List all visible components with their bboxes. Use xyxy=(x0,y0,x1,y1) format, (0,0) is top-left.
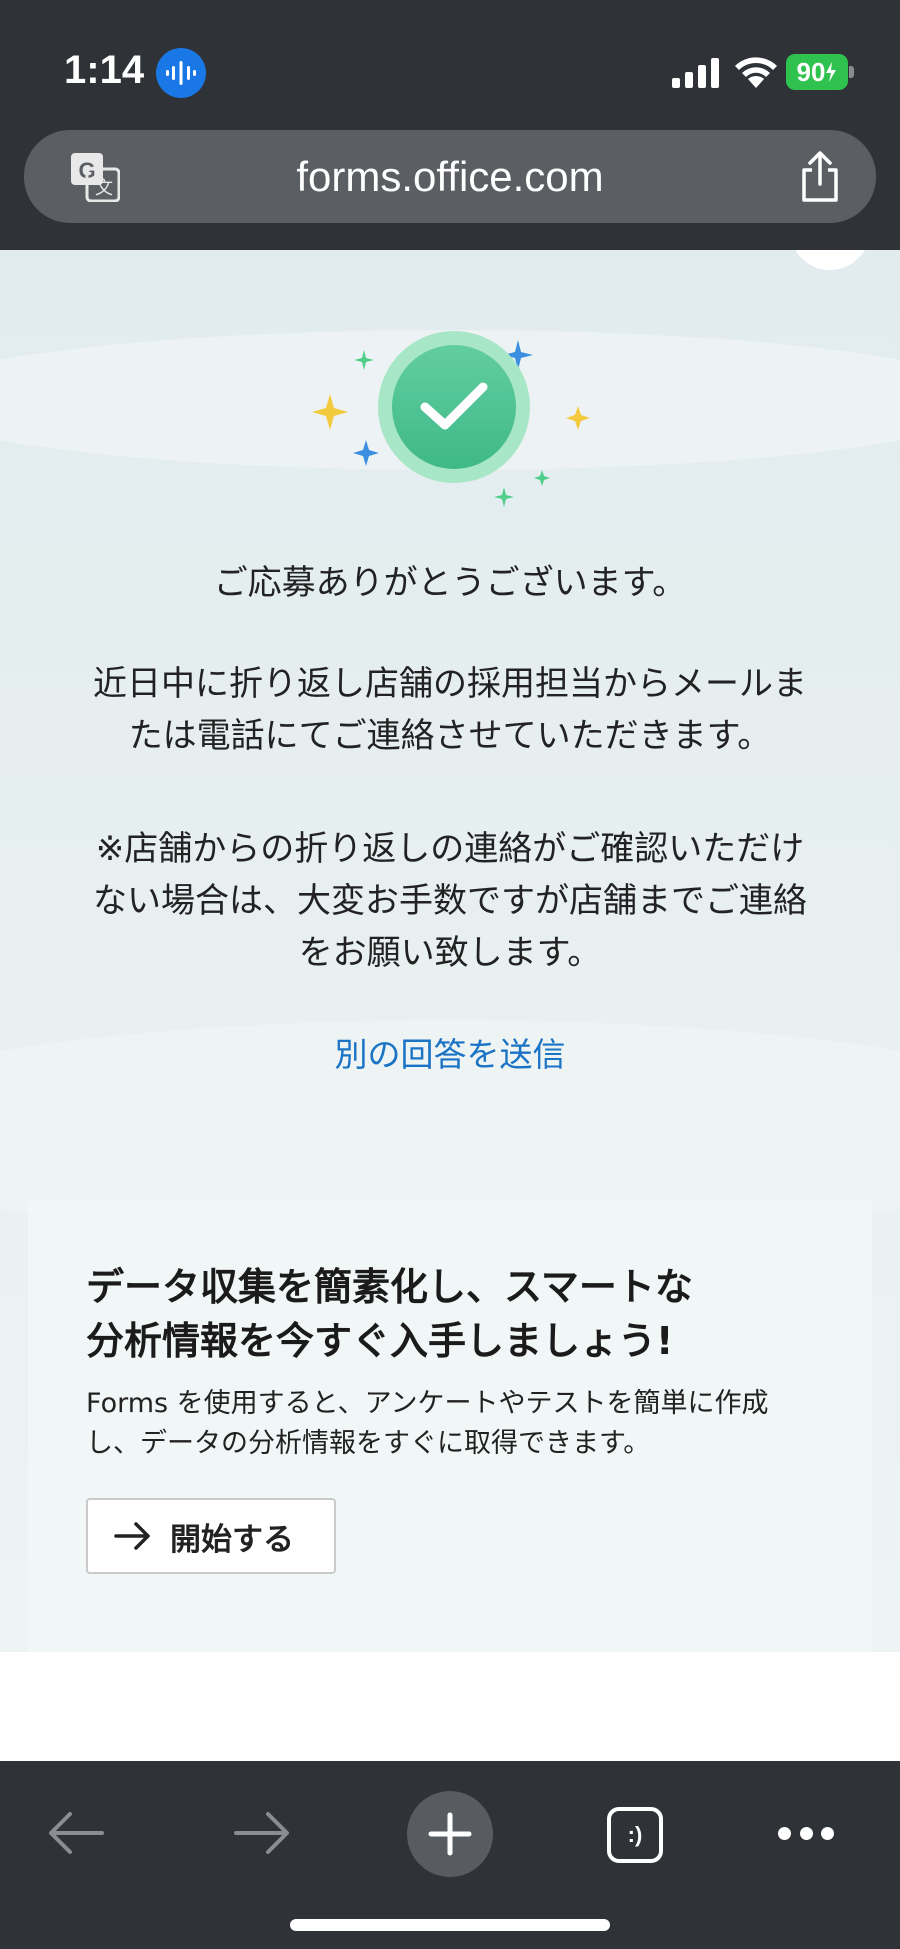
url-text: forms.office.com xyxy=(296,152,604,200)
home-indicator[interactable] xyxy=(290,1919,610,1931)
plus-icon xyxy=(428,1812,472,1856)
cellular-signal-icon xyxy=(672,58,719,88)
browser-toolbar: :) xyxy=(0,1761,900,1949)
address-bar[interactable]: G 文 forms.office.com xyxy=(24,130,876,223)
battery-level: 90 xyxy=(796,56,826,87)
voice-memo-icon[interactable] xyxy=(156,48,206,98)
browser-chrome: 1:14 90 G 文 forms.office.com xyxy=(0,0,900,250)
notice-message: ※店舗からの折り返しの連絡がご確認いただけ ない場合は、大変お手数ですが店舗まで… xyxy=(93,829,807,973)
success-check-graphic xyxy=(300,300,600,520)
new-tab-button[interactable] xyxy=(407,1791,493,1877)
forms-promo-card: データ収集を簡素化し、スマートな 分析情報を今すぐ入手しましょう! Forms … xyxy=(28,1200,872,1652)
checkmark-icon xyxy=(392,345,516,469)
submit-another-response-link[interactable]: 別の回答を送信 xyxy=(0,1028,900,1076)
forms-confirmation-page: ご応募ありがとうございます。 近日中に折り返し店舗の採用担当からメールま たは電… xyxy=(0,250,900,1652)
promo-title: データ収集を簡素化し、スマートな 分析情報を今すぐ入手しましょう! xyxy=(86,1265,693,1363)
page-control-button[interactable] xyxy=(790,250,870,270)
start-button[interactable]: 開始する xyxy=(86,1498,336,1574)
arrow-right-icon xyxy=(114,1522,150,1550)
back-arrow-icon[interactable] xyxy=(48,1811,104,1855)
status-time: 1:14 xyxy=(64,48,145,92)
share-icon[interactable] xyxy=(796,150,844,204)
start-button-label: 開始する xyxy=(170,1521,294,1558)
wifi-icon xyxy=(735,57,777,88)
status-bar: 1:14 90 xyxy=(0,0,900,130)
more-icon[interactable] xyxy=(778,1821,834,1845)
contact-message: 近日中に折り返し店舗の採用担当からメールま たは電話にてご連絡させていただきます… xyxy=(93,664,807,756)
promo-description: Forms を使用すると、アンケートやテストを簡単に作成 し、データの分析情報を… xyxy=(86,1388,769,1459)
tabs-icon[interactable]: :) xyxy=(607,1807,663,1863)
battery-charging-icon: 90 xyxy=(786,54,854,90)
thanks-heading: ご応募ありがとうございます。 xyxy=(213,563,687,603)
forward-arrow-icon[interactable] xyxy=(234,1811,290,1855)
